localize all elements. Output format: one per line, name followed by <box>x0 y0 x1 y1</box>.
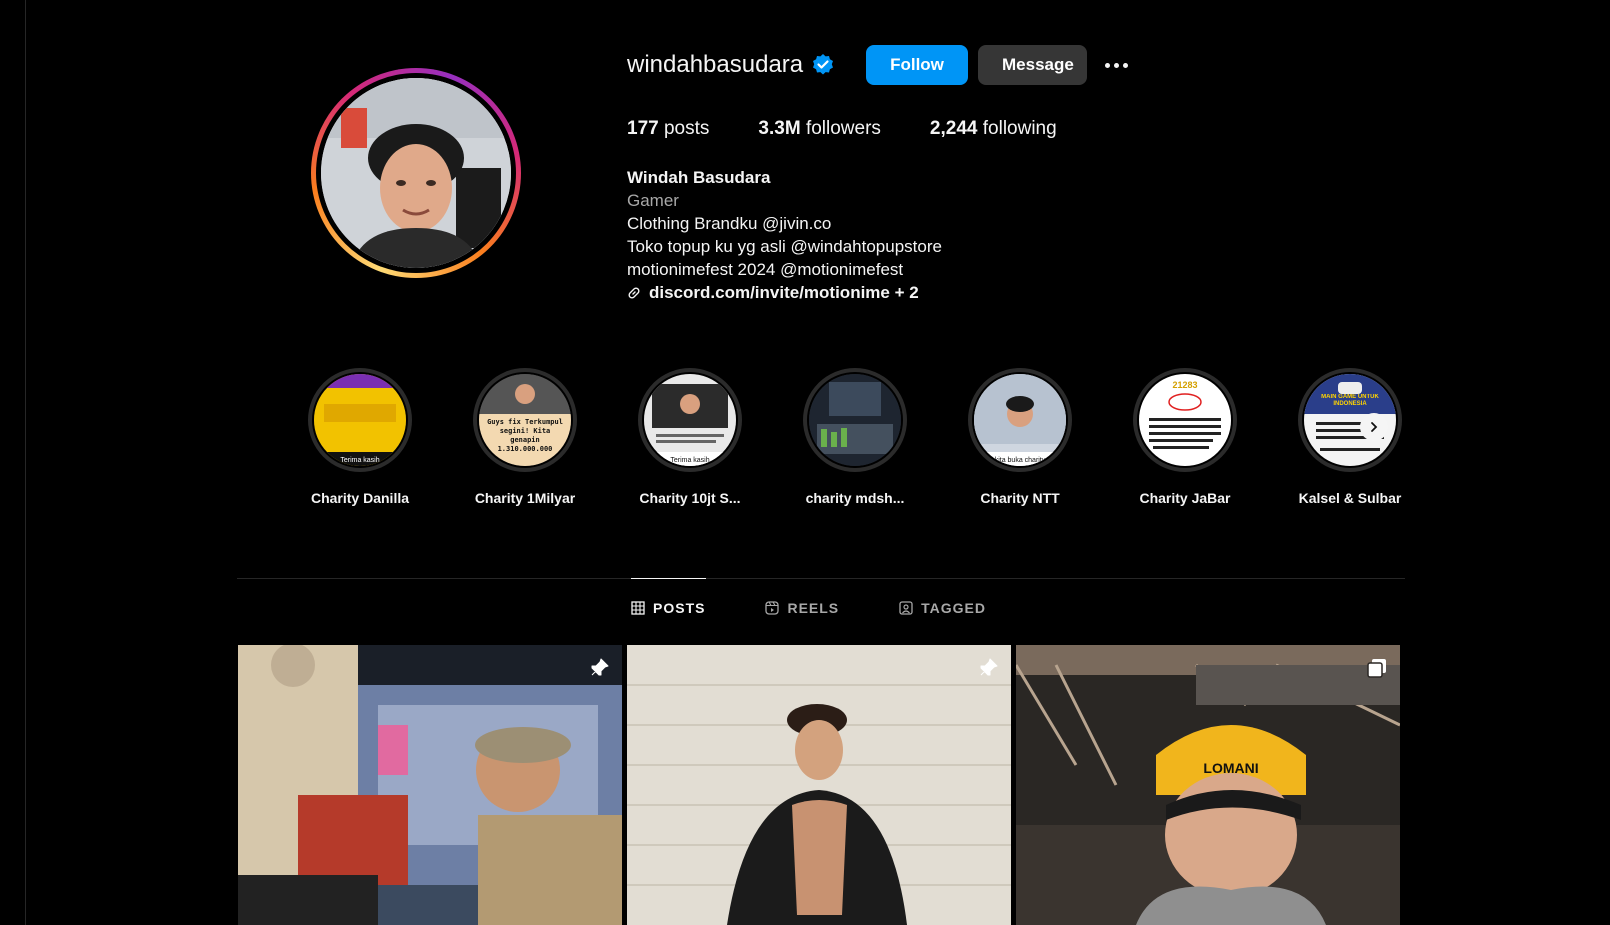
highlight-cover: Terima kasih <box>312 372 408 468</box>
posts-grid: LOMANI <box>238 645 1404 925</box>
tab-posts[interactable]: POSTS <box>631 600 705 616</box>
highlight-cover: Terima kasih <box>642 372 738 468</box>
bio-line: Toko topup ku yg asli @windahtopupstore <box>627 237 942 256</box>
tab-label: REELS <box>787 600 840 616</box>
tabs-divider <box>237 578 1405 579</box>
post-thumbnail[interactable] <box>238 645 622 925</box>
following-stat[interactable]: 2,244 following <box>930 118 1057 140</box>
category-label: Gamer <box>627 191 679 210</box>
username-row: windahbasudara <box>627 45 835 85</box>
bio-link-text: discord.com/invite/motionime + 2 <box>649 283 919 302</box>
post-image <box>627 645 1011 925</box>
highlight-ring: Terima kasih <box>308 368 412 472</box>
highlight-item[interactable]: MAIN GAME UNTUK INDONESIA Kalsel & Sulba… <box>1280 368 1420 506</box>
tagged-icon <box>899 601 913 615</box>
highlight-label: Kalsel & Sulbar <box>1298 490 1402 506</box>
highlight-ring: kita buka charity <box>968 368 1072 472</box>
bio-line: motionimefest 2024 @motionimefest <box>627 260 904 279</box>
tab-label: POSTS <box>653 600 706 616</box>
avatar <box>321 78 511 268</box>
highlight-cover <box>807 372 903 468</box>
posts-count: 177 <box>627 118 659 139</box>
followers-stat[interactable]: 3.3M followers <box>758 118 881 140</box>
highlight-cover: Guys fix Terkumpul segini! Kita genapin … <box>477 372 573 468</box>
message-button[interactable]: Message <box>978 45 1087 85</box>
highlight-label: Charity 1Milyar <box>474 490 576 506</box>
highlight-ring: Guys fix Terkumpul segini! Kita genapin … <box>473 368 577 472</box>
following-count: 2,244 <box>929 118 978 139</box>
followers-count: 3.3M <box>758 118 801 139</box>
highlight-item[interactable]: 21283 Charity JaBar <box>1115 368 1255 506</box>
highlight-item[interactable]: Guys fix Terkumpul segini! Kita genapin … <box>455 368 595 506</box>
tab-reels[interactable]: REELS <box>765 600 839 616</box>
highlight-label: Charity 10jt S... <box>639 490 741 506</box>
display-name: Windah Basudara <box>627 168 771 187</box>
avatar-border <box>316 73 516 273</box>
follow-button[interactable]: Follow <box>866 45 968 85</box>
highlight-label: Charity NTT <box>980 490 1060 506</box>
highlight-label: Charity Danilla <box>310 490 410 506</box>
more-options-icon[interactable] <box>1100 52 1132 78</box>
posts-label: posts <box>663 118 710 139</box>
verified-badge-icon <box>813 54 834 75</box>
posts-stat: 177 posts <box>627 118 709 140</box>
highlight-label: Charity JaBar <box>1139 490 1231 506</box>
chevron-right-icon <box>1371 422 1378 432</box>
profile-stats: 177 posts 3.3M followers 2,244 following <box>627 118 1106 140</box>
highlight-cover-text: Terima kasih <box>670 457 709 464</box>
highlight-item[interactable]: charity mdsh... <box>785 368 925 506</box>
tab-tagged[interactable]: TAGGED <box>899 600 986 616</box>
pin-icon <box>591 658 609 676</box>
bio-line: Clothing Brandku @jivin.co <box>627 214 832 233</box>
highlight-cover-text: kita buka charity <box>995 457 1046 464</box>
highlight-cover: 21283 <box>1137 372 1233 468</box>
post-image <box>238 645 622 925</box>
post-thumbnail[interactable] <box>627 645 1011 925</box>
highlight-cover: kita buka charity <box>972 372 1068 468</box>
highlight-cover-text: 21283 <box>1172 380 1197 390</box>
followers-label: followers <box>805 118 881 139</box>
tab-label: TAGGED <box>921 600 987 616</box>
pin-icon <box>980 658 998 676</box>
avatar-photo <box>321 78 511 268</box>
grid-icon <box>631 601 645 615</box>
highlight-label: charity mdsh... <box>805 490 905 506</box>
highlight-item[interactable]: Terima kasih Charity Danilla <box>290 368 430 506</box>
highlight-ring: 21283 <box>1133 368 1237 472</box>
link-icon <box>628 286 640 299</box>
reels-icon <box>765 601 780 615</box>
active-tab-indicator <box>631 578 706 579</box>
highlight-ring: Terima kasih <box>638 368 742 472</box>
profile-header: windahbasudara Follow Message 177 posts … <box>0 0 1610 330</box>
username: windahbasudara <box>627 51 804 78</box>
highlight-item[interactable]: kita buka charity Charity NTT <box>950 368 1090 506</box>
post-image: LOMANI <box>1016 645 1400 925</box>
highlight-cover-text: Terima kasih <box>340 457 379 464</box>
carousel-icon <box>1367 659 1386 678</box>
highlights-next-button[interactable] <box>1360 413 1388 441</box>
highlight-ring <box>803 368 907 472</box>
highlight-item[interactable]: Terima kasih Charity 10jt S... <box>620 368 760 506</box>
story-highlights: Terima kasih Charity Danilla Guys fix Te… <box>290 368 1402 518</box>
profile-tabs: POSTS REELS TAGGED <box>631 600 1046 616</box>
bio-link[interactable]: discord.com/invite/motionime + 2 <box>627 281 942 304</box>
post-thumbnail[interactable]: LOMANI <box>1016 645 1400 925</box>
following-label: following <box>982 118 1057 139</box>
profile-avatar-story-ring[interactable] <box>311 68 521 278</box>
bio: Windah Basudara Gamer Clothing Brandku @… <box>627 166 942 304</box>
